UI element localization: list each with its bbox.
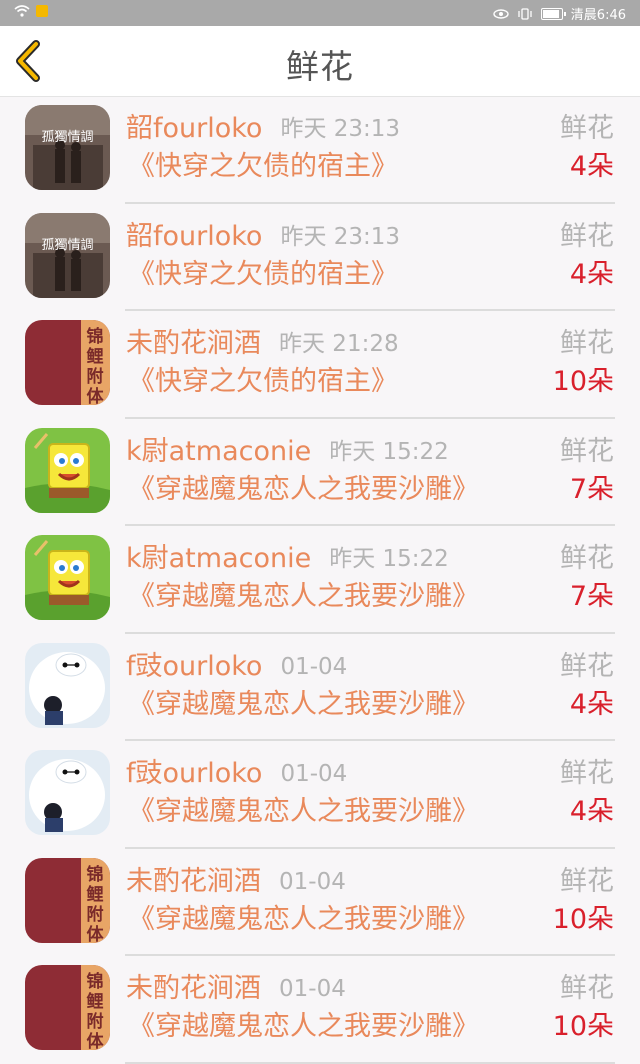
svg-text:体: 体 (87, 386, 105, 405)
timestamp: 昨天 15:22 (329, 546, 449, 572)
baymax-avatar[interactable] (25, 750, 110, 835)
username-text: f豉ourloko (126, 650, 263, 682)
timestamp: 昨天 15:22 (329, 438, 449, 465)
flower-count: 4朵 (569, 796, 614, 827)
flower-count: 4朵 (569, 688, 614, 720)
vibrate-icon (518, 7, 532, 20)
gift-type: 鲜花 (560, 220, 614, 252)
flower-count: 7朵 (569, 473, 614, 505)
gift-type: 鲜花 (560, 543, 614, 574)
timestamp: 01-04 (279, 868, 346, 895)
username-text: 未酌花涧酒 (126, 328, 261, 359)
username: f豉ourloko 01-04 (126, 751, 347, 790)
gift-list-item[interactable]: 孤獨情調 韶fourloko 昨天 23:13 鲜花《快穿之欠债的宿主》 4朵 (0, 96, 640, 204)
svg-text:体: 体 (87, 924, 105, 943)
page-title: 鲜花 (286, 47, 354, 86)
book-cover-avatar[interactable]: 锦鲤附体 (25, 320, 110, 405)
status-bar: 清晨6:46 (0, 0, 640, 26)
flower-count: 10朵 (552, 903, 614, 935)
status-time: 清晨6:46 (570, 8, 626, 23)
flower-count: 4朵 (569, 151, 614, 182)
book-title[interactable]: 《穿越魔鬼恋人之我要沙雕》 (128, 897, 479, 936)
svg-text:锦: 锦 (87, 971, 104, 992)
svg-text:鲤: 鲤 (86, 884, 104, 905)
flower-count: 10朵 (552, 366, 614, 397)
book-title[interactable]: 《穿越魔鬼恋人之我要沙雕》 (128, 682, 479, 721)
timestamp: 01-04 (280, 761, 348, 787)
username-text: 未酌花涧酒 (126, 973, 261, 1004)
avatar-text: 孤獨情調 (41, 238, 93, 253)
gift-type: 鲜花 (560, 435, 614, 467)
gift-list-item[interactable]: k尉atmaconie 昨天 15:22 鲜花《穿越魔鬼恋人之我要沙雕》 7朵 (0, 419, 640, 526)
battery-icon (540, 7, 566, 20)
gift-type: 鲜花 (560, 758, 614, 789)
gift-list-item[interactable]: 锦鲤附体未酌花涧酒 01-04 鲜花 《穿越魔鬼恋人之我要沙雕》 10朵 (0, 956, 640, 1064)
username: 未酌花涧酒 01-04 (126, 859, 346, 898)
gift-type: 鲜花 (560, 328, 614, 359)
username-text: 未酌花涧酒 (126, 865, 261, 897)
svg-text:锦: 锦 (87, 864, 104, 885)
gift-list-item[interactable]: 锦鲤附体未酌花涧酒 01-04 鲜花 《穿越魔鬼恋人之我要沙雕》 10朵 (0, 849, 640, 956)
timestamp: 昨天 23:13 (280, 223, 401, 250)
username-text: k尉atmaconie (126, 543, 312, 574)
app-header: 鲜花 (0, 26, 640, 97)
username: f豉ourloko 01-04 (126, 644, 347, 683)
book-title[interactable]: 《快穿之欠债的宿主》 (128, 144, 398, 183)
flower-count: 4朵 (569, 258, 614, 290)
notification-icon (36, 5, 48, 17)
username-text: 韶fourloko (126, 113, 263, 144)
spongebob-avatar[interactable] (25, 427, 110, 513)
username: k尉atmaconie 昨天 15:22 (126, 536, 449, 575)
svg-text:锦: 锦 (87, 326, 104, 347)
wifi-icon (14, 5, 30, 17)
flower-count: 7朵 (569, 581, 614, 612)
book-cover-avatar[interactable]: 锦鲤附体 (25, 857, 110, 943)
book-title[interactable]: 《快穿之欠债的宿主》 (128, 359, 398, 398)
svg-text:附: 附 (87, 366, 104, 387)
username: 韶fourloko 昨天 23:13 (126, 106, 400, 145)
book-cover-avatar[interactable]: 锦鲤附体 (25, 965, 110, 1050)
film-poster-avatar[interactable]: 孤獨情調 (25, 212, 110, 298)
svg-text:附: 附 (87, 1011, 104, 1032)
gift-type: 鲜花 (560, 113, 614, 144)
book-title[interactable]: 《穿越魔鬼恋人之我要沙雕》 (128, 789, 479, 828)
book-title[interactable]: 《穿越魔鬼恋人之我要沙雕》 (128, 574, 479, 613)
svg-text:体: 体 (87, 1031, 105, 1050)
timestamp: 01-04 (279, 976, 346, 1002)
username-text: k尉atmaconie (126, 435, 312, 467)
username: k尉atmaconie 昨天 15:22 (126, 429, 449, 468)
gift-list-item[interactable]: f豉ourloko 01-04 鲜花《穿越魔鬼恋人之我要沙雕》 4朵 (0, 634, 640, 741)
gift-type: 鲜花 (560, 973, 614, 1004)
spongebob-avatar[interactable] (25, 535, 110, 620)
username-text: f豉ourloko (126, 758, 263, 789)
username: 未酌花涧酒 昨天 21:28 (126, 321, 399, 360)
baymax-avatar[interactable] (25, 642, 110, 728)
gift-type: 鲜花 (560, 650, 614, 682)
username: 韶fourloko 昨天 23:13 (126, 214, 400, 253)
avatar-text: 孤獨情調 (41, 130, 93, 145)
film-poster-avatar[interactable]: 孤獨情調 (25, 105, 110, 190)
book-title[interactable]: 《快穿之欠债的宿主》 (128, 252, 398, 291)
timestamp: 昨天 23:13 (280, 116, 401, 142)
svg-text:附: 附 (87, 904, 104, 925)
username: 未酌花涧酒 01-04 (126, 966, 346, 1005)
gift-list-item[interactable]: f豉ourloko 01-04 鲜花《穿越魔鬼恋人之我要沙雕》 4朵 (0, 741, 640, 849)
username-text: 韶fourloko (126, 220, 263, 252)
gift-list-item[interactable]: 孤獨情調 韶fourloko 昨天 23:13 鲜花《快穿之欠债的宿主》 4朵 (0, 204, 640, 311)
svg-text:鲤: 鲤 (86, 346, 104, 367)
row-divider (125, 1061, 615, 1064)
flower-gift-list: 孤獨情調 韶fourloko 昨天 23:13 鲜花 《快穿之欠债的宿主》 4朵 孤獨情調韶… (0, 96, 640, 1064)
timestamp: 01-04 (280, 653, 348, 680)
svg-text:鲤: 鲤 (86, 991, 104, 1012)
book-title[interactable]: 《穿越魔鬼恋人之我要沙雕》 (128, 467, 479, 506)
gift-list-item[interactable]: k尉atmaconie 昨天 15:22 鲜花《穿越魔鬼恋人之我要沙雕》 7朵 (0, 526, 640, 634)
timestamp: 昨天 21:28 (279, 331, 399, 357)
eye-comfort-icon (493, 8, 509, 19)
gift-list-item[interactable]: 锦鲤附体未酌花涧酒 昨天 21:28 鲜花 《快穿之欠债的宿主》 10朵 (0, 311, 640, 419)
gift-type: 鲜花 (560, 865, 614, 897)
